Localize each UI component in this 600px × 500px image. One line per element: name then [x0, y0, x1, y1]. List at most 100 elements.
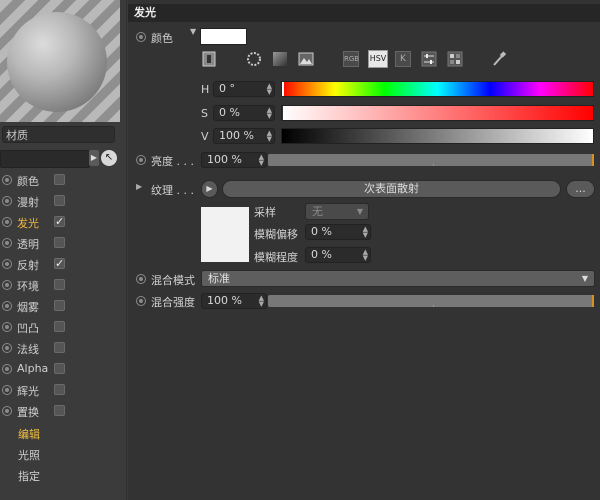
- channel-item[interactable]: 烟雾: [0, 296, 126, 316]
- channel-checkbox[interactable]: [54, 321, 65, 332]
- texture-preview-thumbnail: [201, 207, 249, 262]
- play-arrow-icon[interactable]: ▶: [89, 150, 99, 166]
- channel-label: 烟雾: [17, 301, 39, 314]
- mix-strength-slider-fill-end: [592, 295, 594, 307]
- saturation-slider-handle[interactable]: [282, 106, 285, 120]
- saturation-field[interactable]: 0 % ▲ ▼: [213, 105, 275, 121]
- swatches-icon[interactable]: [447, 51, 463, 67]
- channel-keyframe-radio[interactable]: [2, 343, 12, 353]
- texture-shader-button[interactable]: 次表面散射: [222, 180, 561, 198]
- brightness-spinner-icon[interactable]: ▲ ▼: [259, 154, 264, 167]
- channel-filter-field[interactable]: [0, 150, 90, 168]
- color-swatch[interactable]: [200, 28, 247, 45]
- eyedropper-panel-icon[interactable]: [201, 51, 217, 67]
- channel-keyframe-radio[interactable]: [2, 238, 12, 248]
- channel-keyframe-radio[interactable]: [2, 196, 12, 206]
- blur-offset-field[interactable]: 0 % ▲ ▼: [305, 224, 371, 240]
- blur-scale-value: 0 %: [311, 248, 332, 261]
- rgb-mode-button[interactable]: RGB: [343, 51, 359, 67]
- material-name-field[interactable]: 材质: [2, 126, 115, 143]
- channel-label: 透明: [17, 238, 39, 251]
- saturation-spinner-icon[interactable]: ▲ ▼: [267, 107, 272, 120]
- channel-keyframe-radio[interactable]: [2, 364, 12, 374]
- mix-strength-field[interactable]: 100 % ▲ ▼: [201, 293, 267, 309]
- channel-item[interactable]: 漫射: [0, 191, 126, 211]
- channel-item[interactable]: 颜色: [0, 170, 126, 190]
- value-slider-handle[interactable]: [591, 129, 593, 143]
- channel-keyframe-radio[interactable]: [2, 385, 12, 395]
- sub-item[interactable]: 指定: [18, 468, 40, 484]
- channel-item[interactable]: 透明: [0, 233, 126, 253]
- channel-keyframe-radio[interactable]: [2, 280, 12, 290]
- mix-strength-slider[interactable]: [268, 295, 594, 307]
- color-wheel-icon[interactable]: [246, 51, 262, 67]
- texture-more-button[interactable]: ...: [566, 180, 595, 198]
- mix-mode-dropdown[interactable]: 标准 ▼: [201, 270, 595, 287]
- blur-scale-spinner-icon[interactable]: ▲ ▼: [363, 249, 368, 262]
- brightness-field[interactable]: 100 % ▲ ▼: [201, 152, 267, 168]
- color-expand-triangle-icon[interactable]: ▼: [190, 27, 196, 36]
- channel-keyframe-radio[interactable]: [2, 217, 12, 227]
- channel-keyframe-radio[interactable]: [2, 301, 12, 311]
- channel-keyframe-radio[interactable]: [2, 259, 12, 269]
- channel-keyframe-radio[interactable]: [2, 175, 12, 185]
- channel-checkbox[interactable]: [54, 405, 65, 416]
- brightness-label: 亮度 . . .: [151, 155, 194, 168]
- brightness-value: 100 %: [207, 153, 242, 166]
- hue-slider-handle[interactable]: [282, 82, 284, 96]
- value-spinner-icon[interactable]: ▲ ▼: [267, 130, 272, 143]
- h-label: H: [201, 83, 210, 96]
- sub-item[interactable]: 编辑: [18, 426, 40, 442]
- texture-expand-triangle-icon[interactable]: ▶: [136, 182, 142, 191]
- color-spectrum-icon[interactable]: [272, 51, 288, 67]
- channel-keyframe-radio[interactable]: [2, 322, 12, 332]
- texture-menu-arrow-icon[interactable]: ▶: [201, 180, 218, 198]
- channel-checkbox[interactable]: [54, 300, 65, 311]
- channel-checkbox[interactable]: [54, 384, 65, 395]
- mix-strength-keyframe-radio[interactable]: [136, 296, 146, 306]
- channel-item[interactable]: 法线: [0, 338, 126, 358]
- channel-checkbox[interactable]: ✓: [54, 258, 65, 269]
- channel-checkbox[interactable]: [54, 279, 65, 290]
- value-field[interactable]: 100 % ▲ ▼: [213, 128, 275, 144]
- channel-label: 反射: [17, 259, 39, 272]
- hsv-mode-button[interactable]: HSV: [368, 50, 388, 68]
- channel-item[interactable]: 凹凸: [0, 317, 126, 337]
- pointer-cursor-icon[interactable]: ↖: [101, 150, 117, 166]
- sampling-dropdown[interactable]: 无 ▼: [305, 203, 369, 220]
- channel-keyframe-radio[interactable]: [2, 406, 12, 416]
- value-gradient-slider[interactable]: [281, 128, 594, 144]
- brightness-keyframe-radio[interactable]: [136, 155, 146, 165]
- material-preview[interactable]: [0, 0, 120, 122]
- channel-item[interactable]: 辉光: [0, 380, 126, 400]
- eyedropper-icon[interactable]: [491, 51, 507, 67]
- chevron-down-icon: ▼: [356, 207, 363, 216]
- sub-item[interactable]: 光照: [18, 447, 40, 463]
- channel-checkbox[interactable]: [54, 237, 65, 248]
- saturation-gradient-slider[interactable]: [281, 105, 594, 121]
- channel-checkbox[interactable]: [54, 174, 65, 185]
- brightness-tick: [433, 164, 434, 166]
- mix-mode-keyframe-radio[interactable]: [136, 274, 146, 284]
- image-picker-icon[interactable]: [298, 51, 314, 67]
- hue-spinner-icon[interactable]: ▲ ▼: [267, 83, 272, 96]
- channel-checkbox[interactable]: [54, 363, 65, 374]
- blur-scale-field[interactable]: 0 % ▲ ▼: [305, 247, 371, 263]
- hue-gradient-slider[interactable]: [281, 81, 594, 97]
- panel-title: 发光: [128, 4, 600, 22]
- channel-item[interactable]: 环境: [0, 275, 126, 295]
- sliders-icon[interactable]: [421, 51, 437, 67]
- blur-offset-spinner-icon[interactable]: ▲ ▼: [363, 226, 368, 239]
- mix-strength-spinner-icon[interactable]: ▲ ▼: [259, 295, 264, 308]
- channel-item[interactable]: 反射 ✓: [0, 254, 126, 274]
- channel-item[interactable]: 置换: [0, 401, 126, 421]
- brightness-slider[interactable]: [268, 154, 594, 166]
- channel-checkbox[interactable]: [54, 195, 65, 206]
- channel-item[interactable]: 发光 ✓: [0, 212, 126, 232]
- hue-field[interactable]: 0 ° ▲ ▼: [213, 81, 275, 97]
- kelvin-mode-button[interactable]: K: [395, 51, 411, 67]
- channel-checkbox[interactable]: ✓: [54, 216, 65, 227]
- color-keyframe-radio[interactable]: [136, 32, 146, 42]
- channel-item[interactable]: Alpha: [0, 359, 126, 379]
- channel-checkbox[interactable]: [54, 342, 65, 353]
